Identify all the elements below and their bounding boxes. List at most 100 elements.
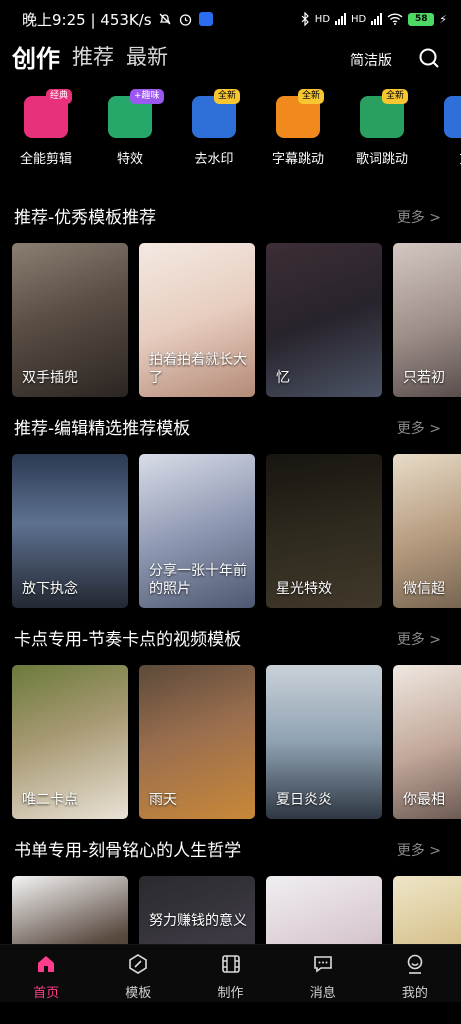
more-link[interactable]: 更多 > xyxy=(397,840,441,860)
card-title: 努力赚钱的意义 xyxy=(149,913,247,929)
tab-recommend[interactable]: 推荐 xyxy=(72,41,114,71)
tool-tag: 全新 xyxy=(382,89,409,104)
tab-make[interactable]: 制作 xyxy=(184,945,276,1002)
message-icon xyxy=(313,956,332,973)
section-title: 推荐-优秀模板推荐 xyxy=(14,208,157,228)
section-beat-sync: 卡点专用-节奏卡点的视频模板 更多 > 唯二卡点 雨天 夏日炎炎 你最相 xyxy=(0,623,461,823)
card-row: 努力赚钱的意义 xyxy=(12,876,461,944)
tool-label: 特效 xyxy=(116,152,143,167)
template-icon xyxy=(129,954,148,974)
section-header: 推荐-优秀模板推荐 更多 > xyxy=(0,201,461,231)
more-link[interactable]: 更多 > xyxy=(397,207,441,227)
template-card[interactable]: 双手插兜 xyxy=(12,243,128,397)
wifi-icon xyxy=(387,13,403,25)
card-row: 双手插兜 拍着拍着就长大了 忆 只若初 xyxy=(12,243,461,397)
alarm-icon xyxy=(179,13,191,26)
tool-remove-watermark[interactable]: 全新 去水印 xyxy=(172,88,256,167)
status-time: 晚上9:25 | 453K/s xyxy=(22,10,152,29)
all-edit-icon: 经典 xyxy=(24,89,73,138)
tool-label: 全能剪辑 xyxy=(19,152,72,167)
template-card[interactable]: 放下执念 xyxy=(12,454,128,608)
tab-label: 消息 xyxy=(309,986,336,1001)
mute-bell-icon xyxy=(159,13,171,25)
status-bar: 晚上9:25 | 453K/s HD HD 58 ⚡ xyxy=(0,0,461,38)
effects-icon: +趣味 xyxy=(108,89,164,138)
tab-label: 首页 xyxy=(33,986,60,1001)
tool-lyrics-bounce[interactable]: 全新 歌词跳动 xyxy=(340,88,424,167)
template-card[interactable]: 你最相 xyxy=(393,665,461,819)
tab-label: 模板 xyxy=(125,986,152,1001)
tool-shortcuts: 经典 全能剪辑 +趣味 特效 全新 去水印 全新 字幕跳动 全新 歌词跳动 文 xyxy=(0,88,461,170)
tool-effects[interactable]: +趣味 特效 xyxy=(88,88,172,167)
template-card[interactable]: 夏日炎炎 xyxy=(266,665,382,819)
template-card[interactable]: 雨天 xyxy=(139,665,255,819)
template-card[interactable] xyxy=(393,876,461,944)
template-card[interactable]: 拍着拍着就长大了 xyxy=(139,243,255,397)
tool-label: 去水印 xyxy=(194,152,234,167)
section-booklist: 书单专用-刻骨铭心的人生哲学 更多 > 努力赚钱的意义 xyxy=(0,834,461,944)
tool-tag: 经典 xyxy=(46,89,73,104)
tool-text[interactable]: 文 xyxy=(424,88,461,167)
tool-label: 字幕跳动 xyxy=(271,152,324,167)
more-link[interactable]: 更多 > xyxy=(397,629,441,649)
card-title: 夏日炎炎 xyxy=(276,792,332,808)
text-tool-icon xyxy=(444,96,461,138)
template-card[interactable]: 微信超 xyxy=(393,454,461,608)
template-card[interactable]: 星光特效 xyxy=(266,454,382,608)
profile-icon xyxy=(407,954,423,974)
template-card[interactable]: 只若初 xyxy=(393,243,461,397)
tool-tag: 全新 xyxy=(298,89,325,104)
status-right: HD HD 58 ⚡ xyxy=(300,12,447,26)
home-icon xyxy=(38,956,55,972)
tool-subtitle-bounce[interactable]: 全新 字幕跳动 xyxy=(256,88,340,167)
search-icon[interactable] xyxy=(417,46,441,70)
signal-2-icon xyxy=(371,13,383,25)
card-row: 唯二卡点 雨天 夏日炎炎 你最相 xyxy=(12,665,461,819)
template-card[interactable] xyxy=(12,876,128,944)
tab-messages[interactable]: 消息 xyxy=(277,945,369,1002)
signal-2-label: HD xyxy=(351,13,367,25)
bottom-tab-bar: 首页 模板 制作 消息 我的 xyxy=(0,944,461,1002)
template-card[interactable]: 唯二卡点 xyxy=(12,665,128,819)
card-title: 唯二卡点 xyxy=(22,792,78,808)
charging-icon: ⚡ xyxy=(439,12,447,26)
lyrics-bounce-icon: 全新 xyxy=(360,89,409,138)
signal-1-icon xyxy=(335,13,347,25)
tab-profile[interactable]: 我的 xyxy=(369,945,461,1002)
section-header: 书单专用-刻骨铭心的人生哲学 更多 > xyxy=(0,834,461,864)
card-row: 放下执念 分享一张十年前的照片 星光特效 微信超 xyxy=(12,454,461,608)
tab-latest[interactable]: 最新 xyxy=(126,41,168,71)
template-card[interactable]: 分享一张十年前的照片 xyxy=(139,454,255,608)
card-title: 你最相 xyxy=(403,792,445,808)
home-indicator-area xyxy=(0,1002,461,1024)
more-link[interactable]: 更多 > xyxy=(397,418,441,438)
simple-mode-button[interactable]: 简洁版 xyxy=(350,50,392,70)
template-card[interactable] xyxy=(266,876,382,944)
card-title: 忆 xyxy=(276,370,290,386)
section-editor-picks: 推荐-编辑精选推荐模板 更多 > 放下执念 分享一张十年前的照片 星光特效 微信… xyxy=(0,412,461,612)
card-title: 双手插兜 xyxy=(22,370,78,386)
template-card[interactable]: 努力赚钱的意义 xyxy=(139,876,255,944)
tab-create[interactable]: 创作 xyxy=(12,39,60,74)
top-nav: 创作 推荐 最新 简洁版 xyxy=(0,38,461,74)
tab-home[interactable]: 首页 xyxy=(0,945,92,1002)
card-title: 放下执念 xyxy=(22,581,78,597)
template-card[interactable]: 忆 xyxy=(266,243,382,397)
section-title: 书单专用-刻骨铭心的人生哲学 xyxy=(14,841,242,861)
section-recommend-excellent: 推荐-优秀模板推荐 更多 > 双手插兜 拍着拍着就长大了 忆 只若初 xyxy=(0,201,461,401)
tool-label: 歌词跳动 xyxy=(355,152,408,167)
tab-label: 我的 xyxy=(401,986,428,1001)
app-notification-icon xyxy=(198,12,213,26)
card-title: 拍着拍着就长大了 xyxy=(149,352,247,386)
section-header: 推荐-编辑精选推荐模板 更多 > xyxy=(0,412,461,442)
tool-tag: 全新 xyxy=(214,89,241,104)
card-title: 微信超 xyxy=(403,581,445,597)
card-title: 只若初 xyxy=(403,370,445,386)
card-title: 雨天 xyxy=(149,792,177,808)
tool-tag: +趣味 xyxy=(130,89,164,104)
section-title: 推荐-编辑精选推荐模板 xyxy=(14,419,191,439)
tool-all-edit[interactable]: 经典 全能剪辑 xyxy=(4,88,88,167)
tab-templates[interactable]: 模板 xyxy=(92,945,184,1002)
card-title: 分享一张十年前的照片 xyxy=(149,563,247,597)
bluetooth-icon xyxy=(301,12,309,26)
